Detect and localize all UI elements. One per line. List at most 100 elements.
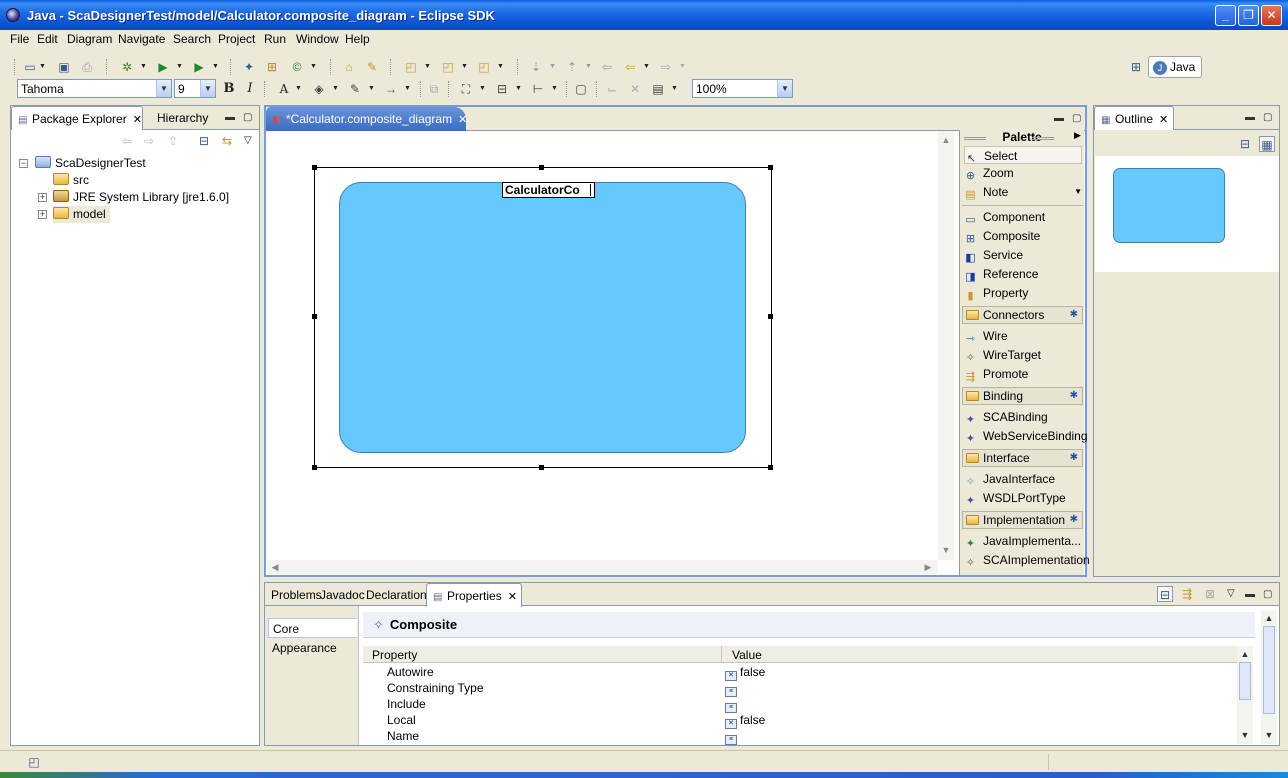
tree-item-jre-library[interactable]: JRE System Library [jre1.6.0] bbox=[53, 189, 229, 206]
palette-item-javainterface[interactable]: ✧ JavaInterface bbox=[964, 470, 1082, 488]
link-with-editor-icon[interactable]: ⇆ bbox=[219, 133, 235, 149]
diagram-canvas[interactable]: CalculatorCo bbox=[267, 131, 938, 560]
menu-file[interactable]: File bbox=[10, 32, 29, 46]
close-icon[interactable]: ✕ bbox=[458, 114, 467, 126]
scroll-up-icon[interactable]: ▲ bbox=[1262, 611, 1276, 625]
close-icon[interactable]: ✕ bbox=[133, 114, 142, 126]
tree-item-model[interactable]: model bbox=[53, 206, 110, 223]
palette-item-reference[interactable]: ◨ Reference bbox=[964, 265, 1082, 283]
minimize-button[interactable]: _ bbox=[1215, 5, 1236, 26]
chevron-down-icon[interactable]: ▼ bbox=[156, 80, 171, 97]
bold-button[interactable]: B bbox=[221, 81, 237, 97]
property-value[interactable]: ≡ bbox=[725, 728, 740, 745]
font-size-select[interactable]: 9 ▼ bbox=[174, 79, 216, 98]
palette-item-wiretarget[interactable]: ✧ WireTarget bbox=[964, 346, 1082, 364]
minimize-view-icon[interactable]: ▬ bbox=[1245, 112, 1255, 123]
properties-panel-scrollbar[interactable]: ▲ ▼ bbox=[1261, 610, 1277, 744]
palette-item-component[interactable]: ▭ Component bbox=[964, 208, 1082, 226]
line-color-dropdown-icon[interactable]: ▼ bbox=[368, 81, 375, 97]
up-icon[interactable]: ⇧ bbox=[165, 133, 181, 149]
copy-appearance-icon[interactable]: ⧉ bbox=[426, 81, 442, 97]
palette-collapse-icon[interactable]: ▶ bbox=[1074, 130, 1081, 141]
side-tab-appearance[interactable]: Appearance bbox=[268, 638, 357, 658]
palette-item-wire[interactable]: ⇾ Wire bbox=[964, 327, 1082, 345]
outline-overview-icon[interactable]: ▦ bbox=[1259, 136, 1275, 152]
palette-drawer-interface[interactable]: Interface ✱ bbox=[962, 449, 1083, 467]
forward-dropdown-icon[interactable]: ▼ bbox=[679, 59, 686, 75]
new-package-icon[interactable]: ⊞ bbox=[264, 59, 280, 75]
forward-arrow-icon[interactable]: ⇨ bbox=[141, 133, 157, 149]
chevron-down-icon[interactable]: ▼ bbox=[200, 80, 215, 97]
route-oblique-icon[interactable]: ✕ bbox=[627, 81, 643, 97]
forward-icon[interactable]: ⇨ bbox=[658, 59, 674, 75]
tree-item-src[interactable]: src bbox=[53, 172, 89, 189]
run-icon[interactable]: ▶ bbox=[155, 59, 171, 75]
palette-item-javaimplementation[interactable]: ✦ JavaImplementa... bbox=[964, 532, 1082, 550]
new-icon[interactable]: ▭ bbox=[22, 59, 38, 75]
external-tools-icon[interactable]: ▶ bbox=[191, 59, 207, 75]
resize-handle[interactable] bbox=[768, 165, 773, 170]
maximize-view-icon[interactable]: ▢ bbox=[1263, 112, 1272, 123]
maximize-view-icon[interactable]: ▢ bbox=[243, 112, 252, 123]
palette-item-scabinding[interactable]: ✦ SCABinding bbox=[964, 408, 1082, 426]
palette-item-webservicebinding[interactable]: ✦ WebServiceBinding bbox=[964, 427, 1088, 445]
expand-toggle[interactable]: + bbox=[38, 210, 47, 219]
open-folder-icon[interactable]: ◰ bbox=[440, 59, 456, 75]
menu-search[interactable]: Search bbox=[173, 32, 211, 46]
palette-drawer-connectors[interactable]: Connectors ✱ bbox=[962, 306, 1083, 324]
table-row[interactable]: Name ≡ bbox=[363, 728, 1237, 745]
resize-handle[interactable] bbox=[768, 314, 773, 319]
property-value[interactable]: ✕ false bbox=[725, 664, 765, 681]
expand-toggle[interactable]: + bbox=[38, 193, 47, 202]
property-value[interactable]: ≡ bbox=[725, 696, 740, 713]
menu-help[interactable]: Help bbox=[345, 32, 370, 46]
tab-properties[interactable]: ▤ Properties ✕ bbox=[426, 583, 522, 607]
note-dropdown-icon[interactable]: ▼ bbox=[1074, 183, 1082, 201]
menu-navigate[interactable]: Navigate bbox=[118, 32, 165, 46]
resize-handle[interactable] bbox=[312, 165, 317, 170]
property-value[interactable]: ≡ bbox=[725, 680, 740, 697]
palette-item-composite[interactable]: ⊞ Composite bbox=[964, 227, 1082, 245]
select-all-dropdown-icon[interactable]: ▼ bbox=[479, 81, 486, 97]
close-button[interactable]: ✕ bbox=[1261, 5, 1282, 26]
table-row[interactable]: Autowire ✕ false bbox=[363, 664, 1237, 681]
back-icon[interactable]: ⇦ bbox=[622, 59, 638, 75]
new-class-dropdown-icon[interactable]: ▼ bbox=[310, 59, 317, 75]
back-arrow-icon[interactable]: ⇦ bbox=[119, 133, 135, 149]
palette-tool-zoom[interactable]: ⊕ Zoom bbox=[964, 164, 1082, 182]
scroll-down-icon[interactable]: ▼ bbox=[1262, 728, 1276, 742]
make-same-size-dropdown-icon[interactable]: ▼ bbox=[671, 81, 678, 97]
arrange-icon[interactable]: ⊟ bbox=[494, 81, 510, 97]
menu-project[interactable]: Project bbox=[218, 32, 255, 46]
scroll-up-icon[interactable]: ▲ bbox=[939, 133, 953, 147]
line-style-dropdown-icon[interactable]: ▼ bbox=[404, 81, 411, 97]
palette-drawer-implementation[interactable]: Implementation ✱ bbox=[962, 511, 1083, 529]
tab-outline[interactable]: ▦ Outline ✕ bbox=[1094, 106, 1174, 130]
collapse-toggle[interactable]: − bbox=[19, 159, 28, 168]
fill-color-dropdown-icon[interactable]: ▼ bbox=[332, 81, 339, 97]
show-categories-icon[interactable]: ⊟ bbox=[1157, 586, 1173, 602]
zoom-select[interactable]: 100% ▼ bbox=[692, 79, 793, 98]
column-header-value[interactable]: Value bbox=[732, 648, 762, 662]
close-icon[interactable]: ✕ bbox=[508, 591, 517, 603]
tab-hierarchy[interactable]: Hierarchy bbox=[151, 106, 214, 130]
open-project-icon[interactable]: ◰ bbox=[476, 59, 492, 75]
tab-calculator-diagram[interactable]: ◧ *Calculator.composite_diagram ✕ bbox=[266, 107, 467, 131]
scrollbar-thumb[interactable] bbox=[1263, 626, 1275, 714]
outline-composite-thumbnail[interactable] bbox=[1113, 168, 1225, 243]
previous-annotation-icon[interactable]: ⇡ bbox=[564, 59, 580, 75]
resize-handle[interactable] bbox=[539, 465, 544, 470]
italic-button[interactable]: I bbox=[242, 81, 258, 97]
table-row[interactable]: Constraining Type ≡ bbox=[363, 680, 1237, 697]
restore-default-icon[interactable]: ⊠ bbox=[1202, 586, 1218, 602]
font-color-dropdown-icon[interactable]: ▼ bbox=[295, 81, 302, 97]
align-icon[interactable]: ⊢ bbox=[530, 81, 546, 97]
auto-size-icon[interactable]: ▢ bbox=[573, 81, 589, 97]
tab-package-explorer[interactable]: ▤ Package Explorer ✕ bbox=[11, 106, 143, 130]
back-dropdown-icon[interactable]: ▼ bbox=[643, 59, 650, 75]
side-tab-core[interactable]: Core bbox=[268, 618, 357, 638]
make-same-size-icon[interactable]: ▤ bbox=[650, 81, 666, 97]
menu-run[interactable]: Run bbox=[264, 32, 286, 46]
scroll-down-icon[interactable]: ▼ bbox=[939, 543, 953, 557]
palette-item-promote[interactable]: ⇶ Promote bbox=[964, 365, 1082, 383]
